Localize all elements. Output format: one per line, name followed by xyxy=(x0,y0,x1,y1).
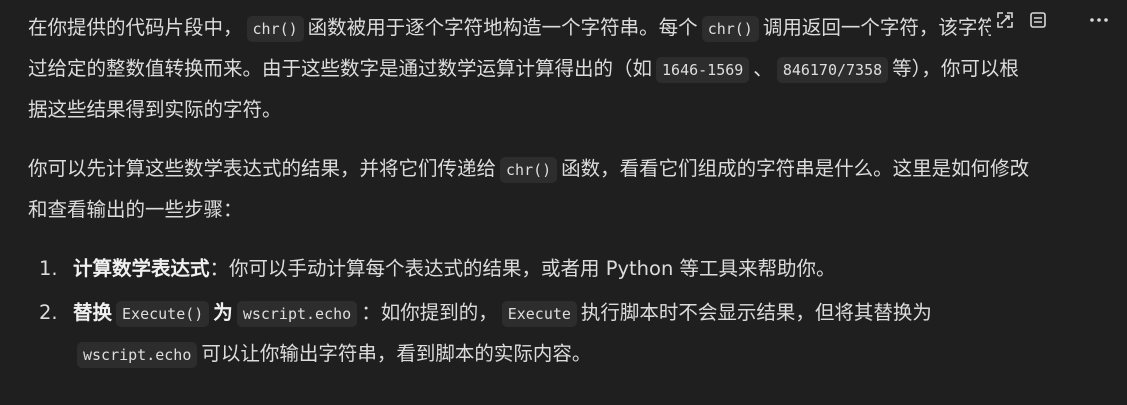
text-segment: 在你提供的代码片段中， xyxy=(28,16,243,39)
steps-list: 1. 计算数学表达式：你可以手动计算每个表达式的结果，或者用 Python 等工… xyxy=(28,249,1038,375)
inline-code: Execute() xyxy=(116,301,210,327)
chat-message-panel: 在你提供的代码片段中， chr() 函数被用于逐个字符地构造一个字符串。每个 chr(… xyxy=(0,0,1127,405)
more-icon[interactable] xyxy=(1085,6,1113,34)
text-segment: 、 xyxy=(753,57,773,80)
inline-code: Execute xyxy=(501,301,577,327)
assistant-message: 在你提供的代码片段中， chr() 函数被用于逐个字符地构造一个字符串。每个 chr(… xyxy=(28,8,1038,379)
expand-icon[interactable] xyxy=(991,6,1019,34)
list-number: 2. xyxy=(39,301,58,324)
list-number: 1. xyxy=(39,257,58,280)
inline-code: chr() xyxy=(246,16,304,42)
step-title: 替换 xyxy=(73,301,113,324)
step-text: ：你可以手动计算每个表达式的结果，或者用 Python 等工具来帮助你。 xyxy=(209,257,836,280)
message-toolbar xyxy=(991,0,1127,42)
step-text: ：如你提到的， xyxy=(361,301,498,324)
paragraph-1: 在你提供的代码片段中， chr() 函数被用于逐个字符地构造一个字符串。每个 chr(… xyxy=(28,8,1038,130)
inline-code: chr() xyxy=(500,157,558,183)
inline-code: wscript.echo xyxy=(77,342,198,368)
step-text: 执行脚本时不会显示结果，但将其替换为 xyxy=(580,301,932,324)
inline-code: chr() xyxy=(701,16,759,42)
inline-code: 1646-1569 xyxy=(656,57,750,83)
step-text: 可以让你输出字符串，看到脚本的实际内容。 xyxy=(201,342,592,365)
paragraph-2: 你可以先计算这些数学表达式的结果，并将它们传递给 chr() 函数，看看它们组成的字… xyxy=(28,149,1038,230)
inline-code: wscript.echo xyxy=(236,301,358,327)
list-item: 1. 计算数学表达式：你可以手动计算每个表达式的结果，或者用 Python 等工… xyxy=(28,249,1038,289)
inline-code: 846170/7358 xyxy=(776,57,889,83)
text-segment: 函数被用于逐个字符地构造一个字符串。每个 xyxy=(307,16,698,39)
step-title: 计算数学表达式 xyxy=(73,257,210,280)
list-icon[interactable] xyxy=(1024,6,1052,34)
list-item: 2. 替换 Execute() 为 wscript.echo ：如你提到的， Execut… xyxy=(28,293,1038,375)
step-title-connector: 为 xyxy=(213,301,233,324)
text-segment: 你可以先计算这些数学表达式的结果，并将它们传递给 xyxy=(28,157,497,180)
